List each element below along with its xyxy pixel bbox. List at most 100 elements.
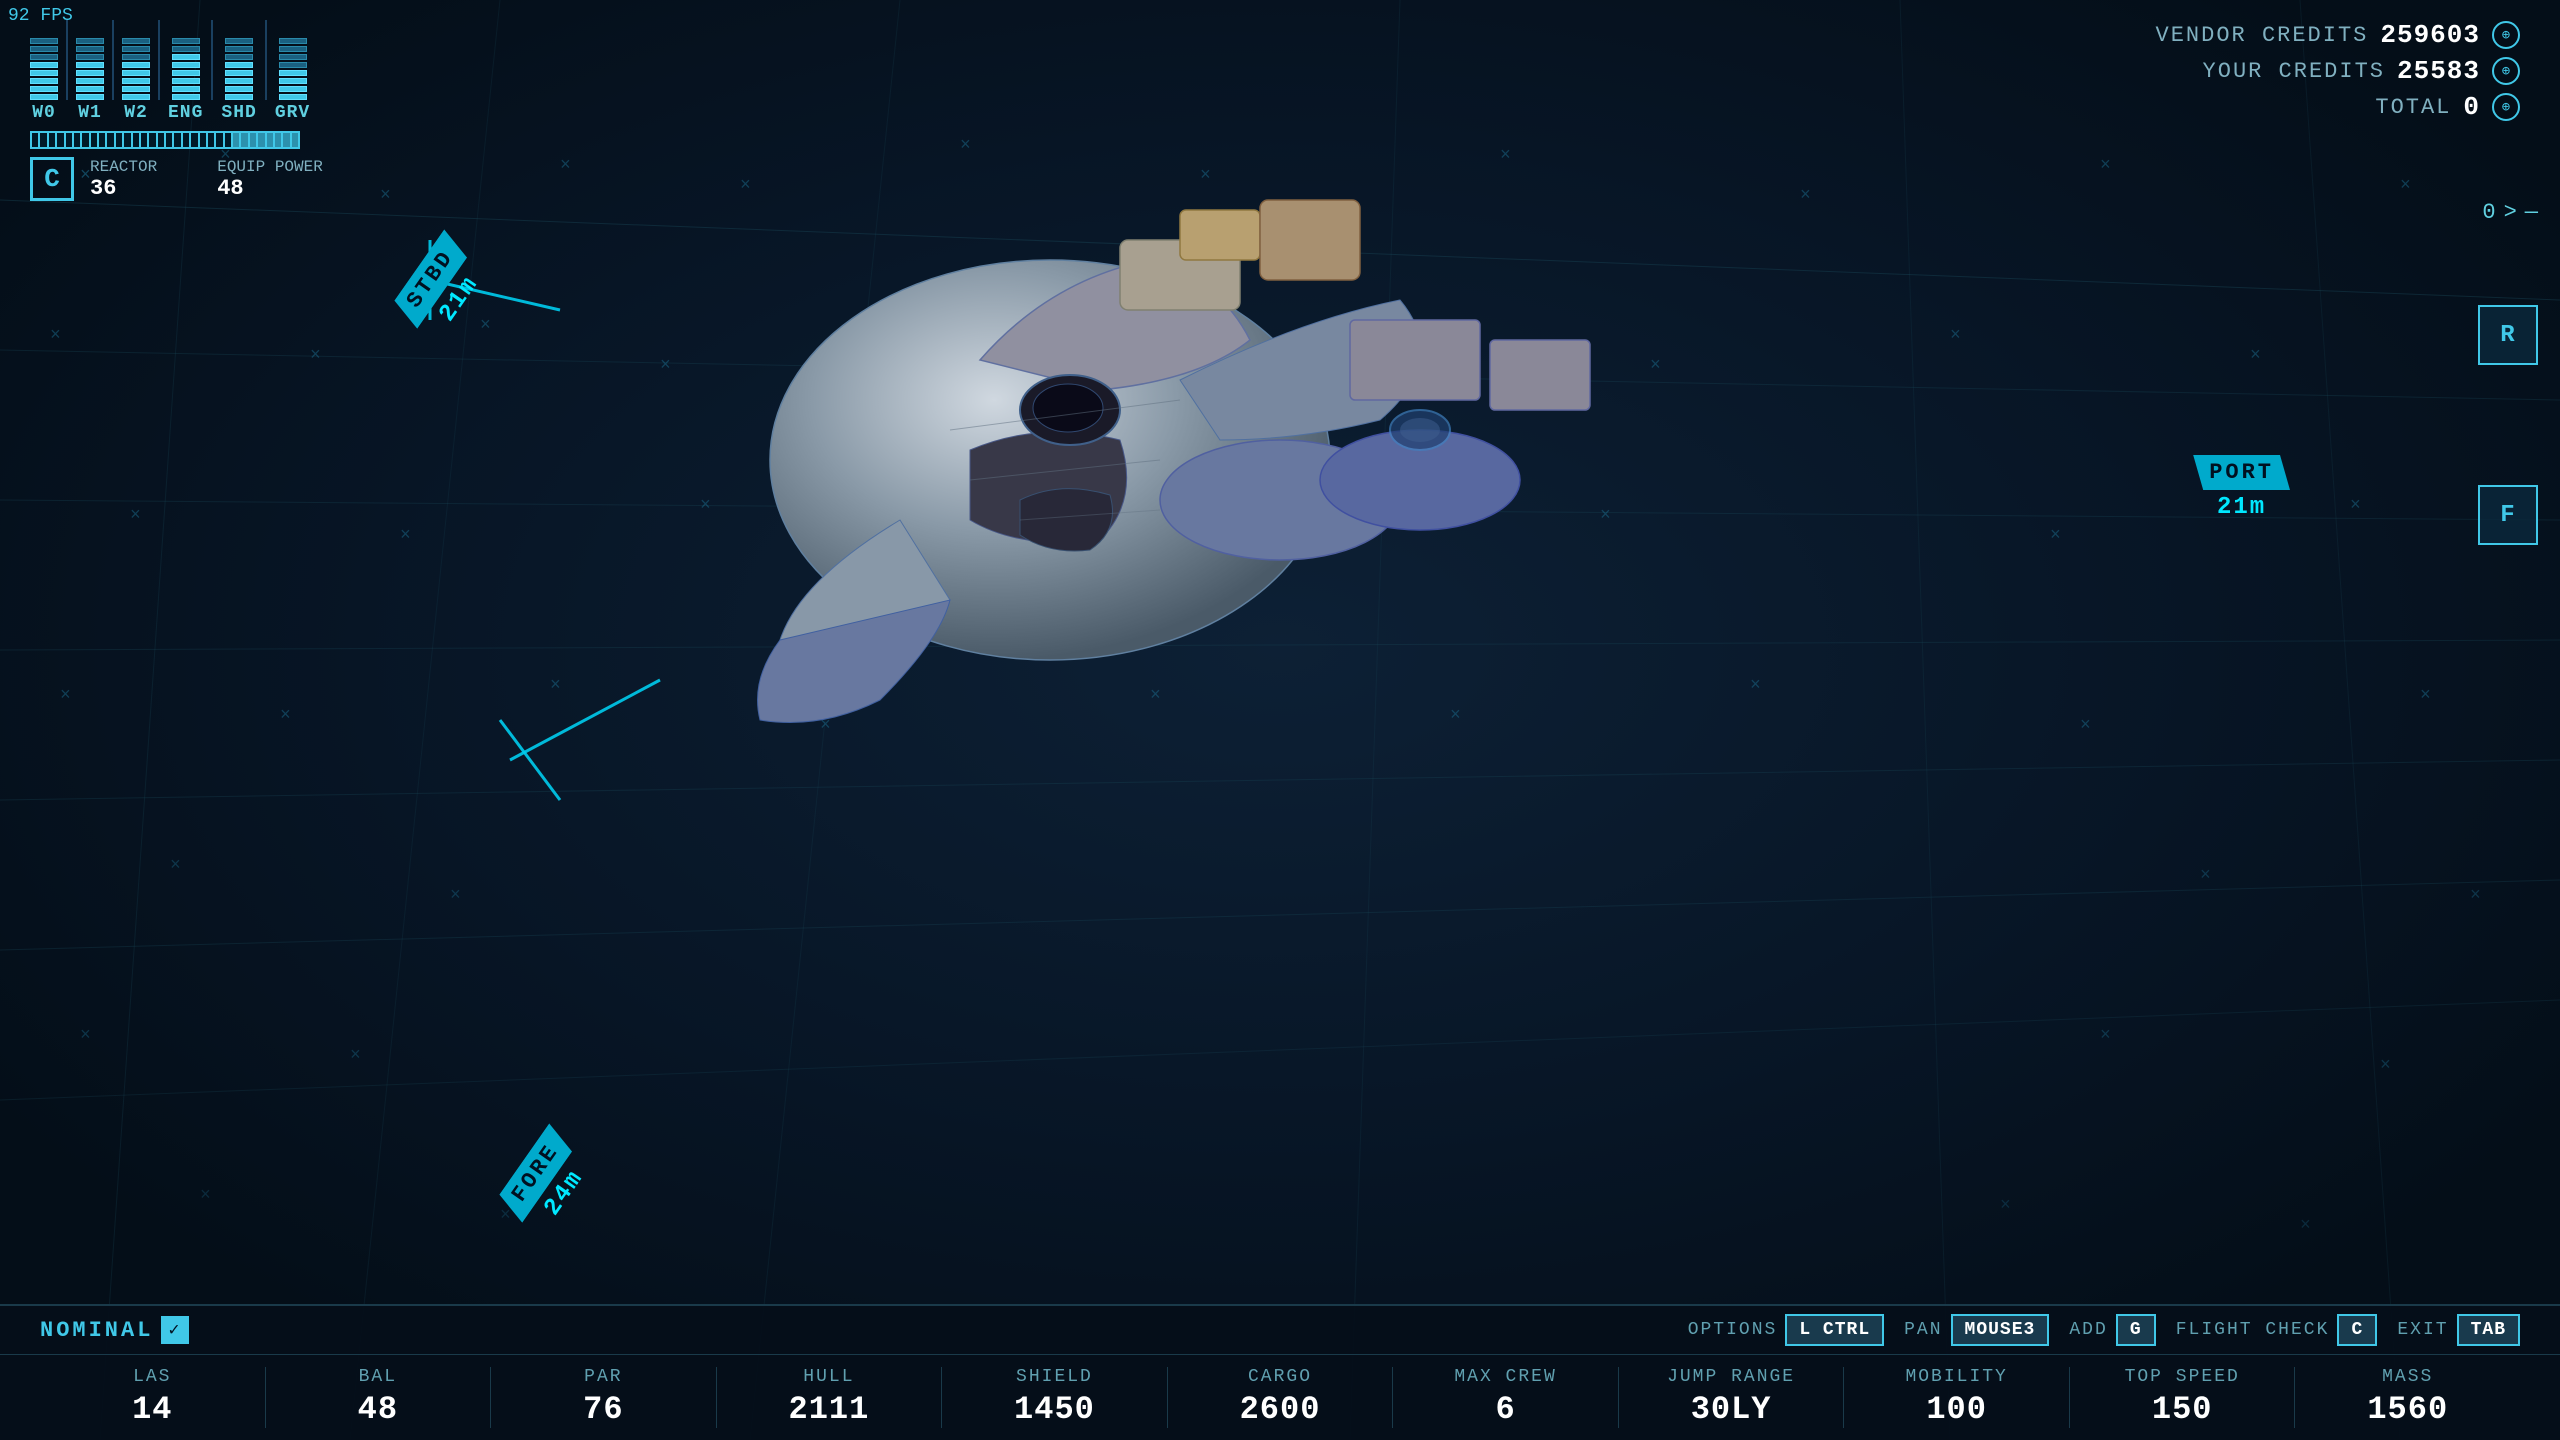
your-credits-icon: ⊕ (2492, 57, 2520, 85)
bar-segment (30, 94, 58, 100)
bar-segment (172, 78, 200, 84)
your-credits-value: 25583 (2397, 56, 2480, 86)
your-credits-row: YOUR CREDITS 25583 ⊕ (2156, 56, 2520, 86)
r-button[interactable]: R (2478, 305, 2538, 365)
bar-segment (122, 94, 150, 100)
zero-counter: 0 > — (2478, 200, 2538, 225)
bar-segment (76, 94, 104, 100)
stat-value: 48 (276, 1391, 481, 1428)
counter-dash: — (2525, 200, 2538, 225)
equip-seg (82, 133, 88, 147)
bar-segment (279, 62, 307, 68)
bar-segment (172, 70, 200, 76)
bar-segment (122, 38, 150, 44)
ship-viewport (0, 0, 2560, 1440)
port-value: 21m (2193, 494, 2290, 521)
bar-label-w2: W2 (124, 103, 148, 123)
control-label: PAN (1904, 1320, 1942, 1340)
equip-seg (283, 133, 289, 147)
bar-segment (30, 86, 58, 92)
equip-seg (66, 133, 72, 147)
equip-seg (292, 133, 298, 147)
equip-seg (149, 133, 155, 147)
bar-segment (172, 86, 200, 92)
bar-segment (122, 54, 150, 60)
stat-col-mobility: MOBILITY100 (1844, 1367, 2070, 1428)
bar-segment (30, 62, 58, 68)
bar-segment (76, 70, 104, 76)
vendor-credits-value: 259603 (2380, 20, 2480, 50)
equip-seg (74, 133, 80, 147)
control-key[interactable]: L CTRL (1785, 1314, 1884, 1346)
stat-value: 2600 (1178, 1391, 1383, 1428)
f-button[interactable]: F (2478, 485, 2538, 545)
bar-label-shd: SHD (221, 103, 256, 123)
bar-segment (172, 54, 200, 60)
stat-value: 1450 (952, 1391, 1157, 1428)
equip-seg (124, 133, 130, 147)
stat-label: MAX CREW (1403, 1367, 1608, 1387)
bar-segment (279, 94, 307, 100)
bar-segment (30, 78, 58, 84)
stat-value: 2111 (727, 1391, 932, 1428)
control-item-flight-check: FLIGHT CHECKC (2176, 1314, 2378, 1346)
counter-value: 0 (2482, 200, 2495, 225)
power-bar-w0: W0 (30, 20, 58, 123)
equip-seg (141, 133, 147, 147)
stat-label: MOBILITY (1854, 1367, 2059, 1387)
control-item-options: OPTIONSL CTRL (1688, 1314, 1884, 1346)
bar-label-w0: W0 (32, 103, 56, 123)
bar-segment (122, 46, 150, 52)
equip-seg (40, 133, 46, 147)
stat-label: TOP SPEED (2080, 1367, 2285, 1387)
vendor-credits-icon: ⊕ (2492, 21, 2520, 49)
bar-segment (225, 62, 253, 68)
bar-segment (279, 38, 307, 44)
stat-col-par: PAR 76 (491, 1367, 717, 1428)
control-key[interactable]: G (2116, 1314, 2156, 1346)
power-bar-eng: ENG (168, 20, 203, 123)
stat-value: 76 (501, 1391, 706, 1428)
bar-segment (30, 54, 58, 60)
stat-col-jump-range: JUMP RANGE30LY (1619, 1367, 1845, 1428)
total-credits-label: TOTAL (2375, 95, 2451, 120)
stat-col-cargo: CARGO2600 (1168, 1367, 1394, 1428)
bar-label-w1: W1 (78, 103, 102, 123)
bar-segment (225, 86, 253, 92)
reactor-grade: C (30, 157, 74, 201)
vendor-credits-label: VENDOR CREDITS (2156, 23, 2369, 48)
equip-seg (267, 133, 273, 147)
bar-segment (76, 86, 104, 92)
power-bar-w2: W2 (122, 20, 150, 123)
stat-col-bal: BAL 48 (266, 1367, 492, 1428)
ship-model (600, 80, 1600, 780)
equip-seg (275, 133, 281, 147)
equip-power-label: EQUIP POWER (217, 158, 323, 176)
stat-label: LAS (50, 1367, 255, 1387)
control-key[interactable]: MOUSE3 (1951, 1314, 2050, 1346)
bar-segment (225, 38, 253, 44)
control-label: EXIT (2397, 1320, 2448, 1340)
power-bar-grv: GRV (275, 20, 310, 123)
bar-segment (122, 78, 150, 84)
bar-segment (172, 94, 200, 100)
control-key[interactable]: C (2337, 1314, 2377, 1346)
bottom-bar: NOMINAL ✓ OPTIONSL CTRLPANMOUSE3ADDGFLIG… (0, 1304, 2560, 1440)
equip-seg (191, 133, 197, 147)
stat-label: PAR (501, 1367, 706, 1387)
total-credits-value: 0 (2463, 92, 2480, 122)
equip-seg (216, 133, 222, 147)
stat-label: SHIELD (952, 1367, 1157, 1387)
equip-seg (107, 133, 113, 147)
stat-label: BAL (276, 1367, 481, 1387)
stat-col-shield: SHIELD 1450 (942, 1367, 1168, 1428)
stat-col-hull: HULL2111 (717, 1367, 943, 1428)
equip-seg (183, 133, 189, 147)
reactor-row: C REACTOR 36 EQUIP POWER 48 (30, 157, 323, 201)
bar-segment (279, 46, 307, 52)
control-key[interactable]: TAB (2457, 1314, 2520, 1346)
stat-label: MASS (2305, 1367, 2510, 1387)
bar-segment (122, 86, 150, 92)
equip-seg (91, 133, 97, 147)
stat-value: 1560 (2305, 1391, 2510, 1428)
